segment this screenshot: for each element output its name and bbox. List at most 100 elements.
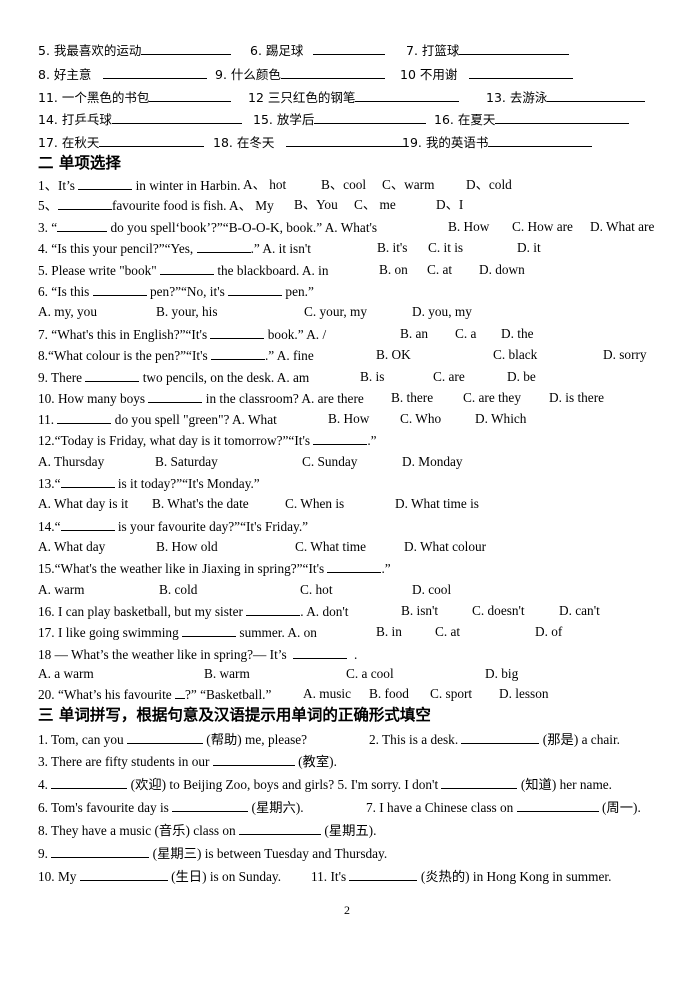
- answer-blank[interactable]: [314, 111, 427, 124]
- answer-blank[interactable]: [103, 66, 208, 79]
- answer-blank[interactable]: [51, 776, 128, 789]
- answer-blank[interactable]: [78, 177, 133, 190]
- answer-blank[interactable]: [355, 89, 460, 102]
- option-d[interactable]: D. can't: [559, 603, 600, 619]
- option-c[interactable]: C. What time: [295, 539, 366, 555]
- answer-blank[interactable]: [488, 134, 593, 147]
- option-a[interactable]: A. music: [303, 686, 351, 702]
- option-c[interactable]: C. at: [435, 624, 460, 640]
- option-b[interactable]: B、cool: [321, 177, 366, 193]
- option-d[interactable]: D、I: [436, 197, 463, 213]
- answer-blank[interactable]: [286, 134, 407, 147]
- answer-blank[interactable]: [175, 686, 185, 699]
- answer-blank[interactable]: [459, 42, 570, 55]
- answer-blank[interactable]: [51, 845, 150, 858]
- answer-blank[interactable]: [196, 240, 251, 253]
- answer-blank[interactable]: [148, 390, 203, 403]
- option-c[interactable]: C. are they: [463, 390, 521, 406]
- option-c[interactable]: C、 me: [354, 197, 396, 213]
- option-d[interactable]: D. Which: [475, 411, 526, 427]
- option-c[interactable]: C、warm: [382, 177, 434, 193]
- answer-blank[interactable]: [85, 369, 140, 382]
- answer-blank[interactable]: [172, 799, 249, 812]
- answer-blank[interactable]: [516, 799, 599, 812]
- option-d[interactable]: D. you, my: [412, 304, 472, 320]
- answer-blank[interactable]: [99, 134, 205, 147]
- answer-blank[interactable]: [327, 560, 382, 573]
- answer-blank[interactable]: [57, 219, 108, 232]
- answer-blank[interactable]: [313, 432, 368, 445]
- answer-blank[interactable]: [60, 518, 115, 531]
- option-a[interactable]: A. my, you: [38, 304, 97, 320]
- option-b[interactable]: B、You: [294, 197, 338, 213]
- option-d[interactable]: D. What are: [590, 219, 654, 235]
- answer-blank[interactable]: [92, 283, 147, 296]
- option-a[interactable]: A. What day is it: [38, 496, 128, 512]
- option-b[interactable]: B. isn't: [401, 603, 438, 619]
- option-d[interactable]: D、cold: [466, 177, 512, 193]
- answer-blank[interactable]: [228, 283, 283, 296]
- option-d[interactable]: D. Monday: [402, 454, 463, 470]
- answer-blank[interactable]: [246, 603, 301, 616]
- option-b[interactable]: B. an: [400, 326, 428, 342]
- option-c[interactable]: C. When is: [285, 496, 344, 512]
- option-d[interactable]: D. lesson: [499, 686, 549, 702]
- option-d[interactable]: D. the: [501, 326, 534, 342]
- option-b[interactable]: B. Saturday: [155, 454, 218, 470]
- option-c[interactable]: C. a cool: [346, 666, 394, 682]
- answer-blank[interactable]: [160, 262, 215, 275]
- answer-blank[interactable]: [210, 326, 265, 339]
- answer-blank[interactable]: [461, 731, 540, 744]
- option-c[interactable]: C. it is: [428, 240, 463, 256]
- option-b[interactable]: B. is: [360, 369, 384, 385]
- answer-blank[interactable]: [60, 475, 115, 488]
- option-c[interactable]: C. black: [493, 347, 537, 363]
- answer-blank[interactable]: [293, 646, 348, 659]
- answer-blank[interactable]: [182, 624, 237, 637]
- option-b[interactable]: B. How: [328, 411, 369, 427]
- answer-blank[interactable]: [141, 42, 232, 55]
- answer-blank[interactable]: [149, 89, 232, 102]
- option-b[interactable]: B. it's: [377, 240, 407, 256]
- option-d[interactable]: D. be: [507, 369, 536, 385]
- option-c[interactable]: C. are: [433, 369, 465, 385]
- option-c[interactable]: C. at: [427, 262, 452, 278]
- answer-blank[interactable]: [57, 411, 112, 424]
- option-c[interactable]: C. sport: [430, 686, 472, 702]
- answer-blank[interactable]: [126, 731, 203, 744]
- answer-blank[interactable]: [239, 822, 322, 835]
- option-a[interactable]: A、 hot: [243, 177, 286, 193]
- option-d[interactable]: D. What colour: [404, 539, 486, 555]
- answer-blank[interactable]: [280, 66, 385, 79]
- option-b[interactable]: B. food: [369, 686, 409, 702]
- answer-blank[interactable]: [495, 111, 630, 124]
- option-d[interactable]: D. cool: [412, 582, 451, 598]
- option-d[interactable]: D. down: [479, 262, 525, 278]
- answer-blank[interactable]: [441, 776, 518, 789]
- option-b[interactable]: B. What's the date: [152, 496, 249, 512]
- answer-blank[interactable]: [547, 89, 646, 102]
- option-b[interactable]: B. How: [448, 219, 489, 235]
- option-c[interactable]: C. hot: [300, 582, 333, 598]
- option-b[interactable]: B. cold: [159, 582, 197, 598]
- answer-blank[interactable]: [313, 42, 386, 55]
- option-c[interactable]: C. a: [455, 326, 476, 342]
- option-d[interactable]: D. big: [485, 666, 518, 682]
- option-c[interactable]: C. Sunday: [302, 454, 357, 470]
- option-a[interactable]: A. warm: [38, 582, 85, 598]
- option-d[interactable]: D. it: [517, 240, 541, 256]
- answer-blank[interactable]: [210, 347, 265, 360]
- option-b[interactable]: B. warm: [204, 666, 250, 682]
- option-b[interactable]: B. in: [376, 624, 402, 640]
- answer-blank[interactable]: [349, 868, 418, 881]
- option-a[interactable]: A. What day: [38, 539, 105, 555]
- option-b[interactable]: B. there: [391, 390, 433, 406]
- answer-blank[interactable]: [212, 753, 295, 766]
- answer-blank[interactable]: [79, 868, 168, 881]
- option-c[interactable]: C. doesn't: [472, 603, 525, 619]
- option-d[interactable]: D. What time is: [395, 496, 479, 512]
- answer-blank[interactable]: [57, 197, 112, 210]
- option-a[interactable]: A. a warm: [38, 666, 94, 682]
- option-c[interactable]: C. How are: [512, 219, 573, 235]
- option-b[interactable]: B. OK: [376, 347, 411, 363]
